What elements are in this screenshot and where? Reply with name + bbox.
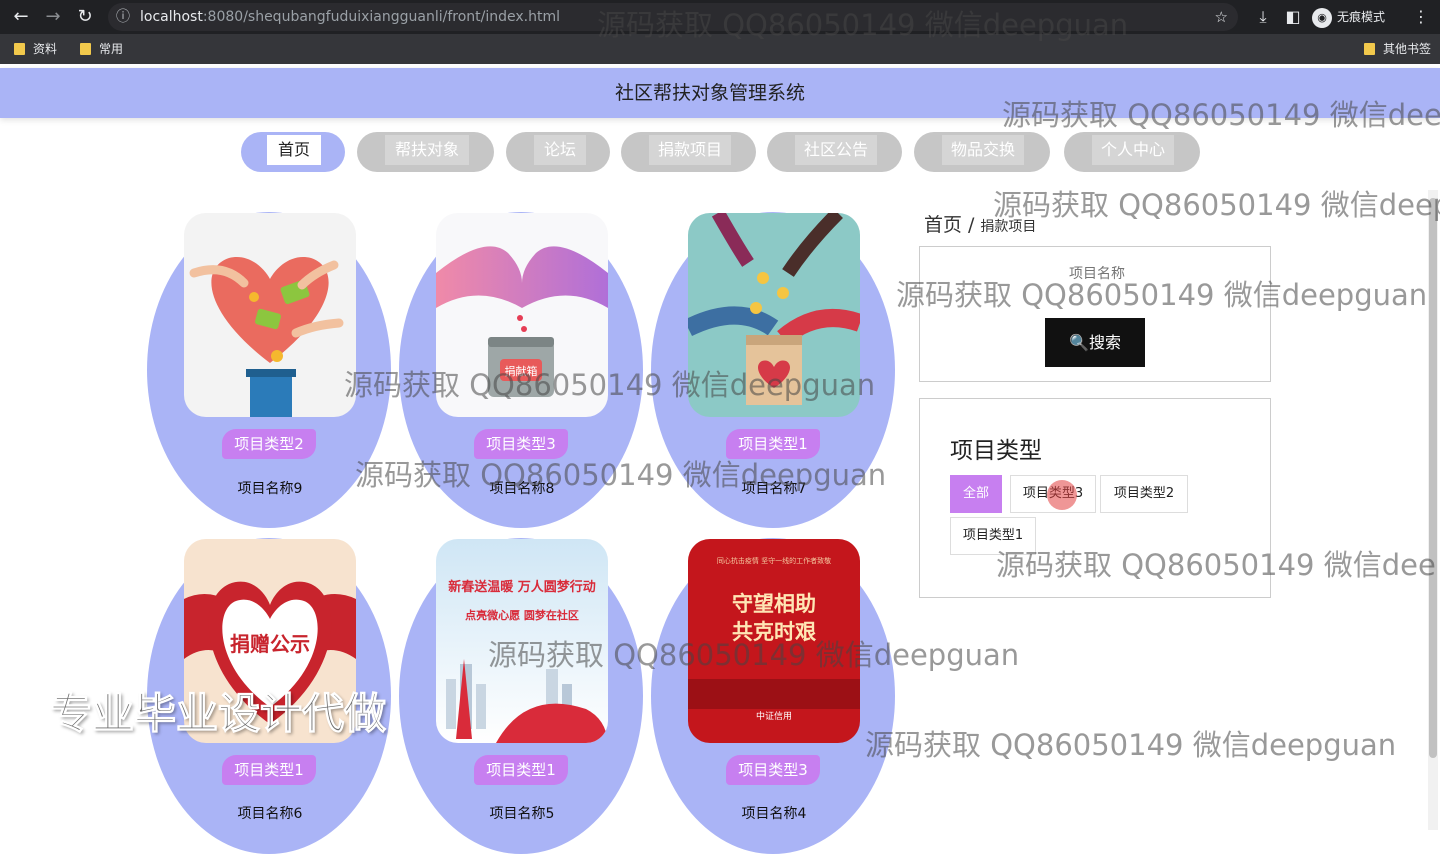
scrollbar-thumb[interactable]	[1429, 198, 1437, 758]
site-header: 社区帮扶对象管理系统	[0, 68, 1440, 118]
nav-tab-personal-center[interactable]: 个人中心	[1064, 132, 1200, 172]
project-type-tag: 项目类型3	[474, 429, 568, 459]
site-info-icon[interactable]: ⓘ	[116, 3, 130, 31]
filter-option-type1[interactable]: 项目类型1	[950, 517, 1036, 555]
side-panel-icon[interactable]: ◧	[1280, 4, 1306, 30]
poster-heading: 新春送温暖 万人圆梦行动	[448, 579, 596, 595]
project-name[interactable]: 项目名称8	[436, 478, 608, 498]
reload-icon[interactable]: ↻	[72, 4, 98, 30]
site-title: 社区帮扶对象管理系统	[614, 82, 805, 104]
forward-icon[interactable]: →	[40, 4, 66, 30]
filter-option-type2[interactable]: 项目类型2	[1100, 475, 1188, 513]
box-label: 捐献箱	[505, 364, 538, 378]
project-image-heart-hands[interactable]	[184, 213, 356, 417]
nav-tab-item-exchange[interactable]: 物品交换	[914, 132, 1050, 172]
watermark-large: 专业毕业设计代做	[49, 689, 387, 739]
incognito-indicator[interactable]: ◉ 无痕模式	[1312, 3, 1385, 31]
nav-tab-donation-projects[interactable]: 捐款项目	[621, 132, 756, 172]
bookmark-label: 常用	[99, 42, 124, 56]
project-image-coin-box[interactable]	[688, 213, 860, 417]
nav-tab-label: 捐款项目	[649, 135, 731, 165]
other-bookmarks[interactable]: 其他书签	[1364, 34, 1431, 64]
nav-tab-forum[interactable]: 论坛	[506, 132, 610, 172]
poster-subheading: 点亮微心愿 圆梦在社区	[465, 608, 579, 622]
project-type-tag: 项目类型1	[474, 755, 568, 785]
breadcrumb-separator: /	[968, 214, 975, 236]
filter-title: 项目类型	[950, 438, 1042, 464]
project-image-red-poster[interactable]: 同心抗击疫情 坚守一线的工作者致敬 守望相助 共克时艰 中证信用	[688, 539, 860, 743]
folder-icon	[14, 42, 25, 55]
project-name[interactable]: 项目名称4	[688, 803, 860, 823]
red-poster-brand: 中证信用	[756, 710, 792, 722]
nav-tab-notices[interactable]: 社区公告	[767, 132, 902, 172]
folder-icon	[80, 42, 91, 55]
nav-tab-help-objects[interactable]: 帮扶对象	[357, 132, 494, 172]
breadcrumb-home[interactable]: 首页	[924, 214, 962, 236]
nav-tab-label: 个人中心	[1092, 135, 1174, 165]
search-panel: 🔍搜索	[919, 246, 1274, 382]
mouse-cursor-highlight	[1047, 480, 1077, 510]
address-bar[interactable]: ⓘ localhost:8080/shequbangfuduixiangguan…	[108, 3, 1238, 31]
folder-icon	[1364, 42, 1375, 55]
incognito-label: 无痕模式	[1337, 10, 1386, 24]
nav-tab-label: 社区公告	[795, 135, 877, 165]
project-name[interactable]: 项目名称6	[184, 803, 356, 823]
incognito-icon: ◉	[1312, 7, 1332, 28]
bookmark-star-icon[interactable]: ☆	[1215, 3, 1228, 31]
red-poster-line1: 守望相助	[732, 592, 816, 616]
project-type-filter-panel: 项目类型 全部 项目类型3 项目类型2 项目类型1	[919, 398, 1271, 598]
bookmark-label: 其他书签	[1383, 42, 1432, 56]
nav-tab-label: 论坛	[534, 135, 586, 165]
search-button[interactable]: 🔍搜索	[1045, 318, 1145, 367]
nav-tab-label: 首页	[267, 135, 321, 165]
download-icon[interactable]: ⤓	[1250, 4, 1276, 30]
back-icon[interactable]: ←	[8, 4, 34, 30]
red-poster-top-line: 同心抗击疫情 坚守一线的工作者致敬	[717, 556, 831, 565]
menu-kebab-icon[interactable]: ⋮	[1408, 4, 1434, 30]
bookmark-folder-1[interactable]: 常用	[80, 34, 123, 64]
project-image-new-year-poster[interactable]: 新春送温暖 万人圆梦行动 点亮微心愿 圆梦在社区	[436, 539, 608, 743]
project-name[interactable]: 项目名称7	[688, 478, 860, 498]
watermark: 源码获取 QQ86050149 微信deepguan	[865, 728, 1397, 762]
breadcrumb: 首页 / 捐款项目	[924, 210, 1036, 237]
browser-toolbar: ← → ↻ ⓘ localhost:8080/shequbangfuduixia…	[0, 0, 1440, 34]
project-type-tag: 项目类型1	[726, 429, 820, 459]
nav-tab-label: 帮扶对象	[385, 135, 469, 165]
url-path: :8080/shequbangfuduixiangguanli/front/in…	[202, 9, 561, 25]
project-name[interactable]: 项目名称5	[436, 803, 608, 823]
watermark: 源码获取 QQ86050149 微信deep	[993, 188, 1440, 222]
page-scrollbar[interactable]	[1428, 190, 1438, 830]
project-type-tag: 项目类型2	[222, 429, 316, 459]
project-type-tag: 项目类型3	[726, 755, 820, 785]
url-host: localhost	[140, 9, 203, 25]
nav-tab-label: 物品交换	[942, 135, 1024, 165]
bookmark-label: 资料	[33, 42, 58, 56]
project-type-tag: 项目类型1	[222, 755, 316, 785]
bookmark-folder-0[interactable]: 资料	[14, 34, 57, 64]
red-poster-line2: 共克时艰	[732, 620, 817, 644]
filter-option-all[interactable]: 全部	[950, 475, 1002, 513]
project-name[interactable]: 项目名称9	[184, 478, 356, 498]
project-image-donation-box[interactable]: 捐献箱	[436, 213, 608, 417]
project-name-search-input[interactable]	[920, 261, 1274, 287]
bookmarks-bar: 资料 常用 其他书签	[0, 34, 1440, 64]
nav-tab-home[interactable]: 首页	[241, 132, 345, 172]
donation-notice-text: 捐赠公示	[230, 632, 310, 656]
breadcrumb-current: 捐款项目	[980, 219, 1037, 235]
